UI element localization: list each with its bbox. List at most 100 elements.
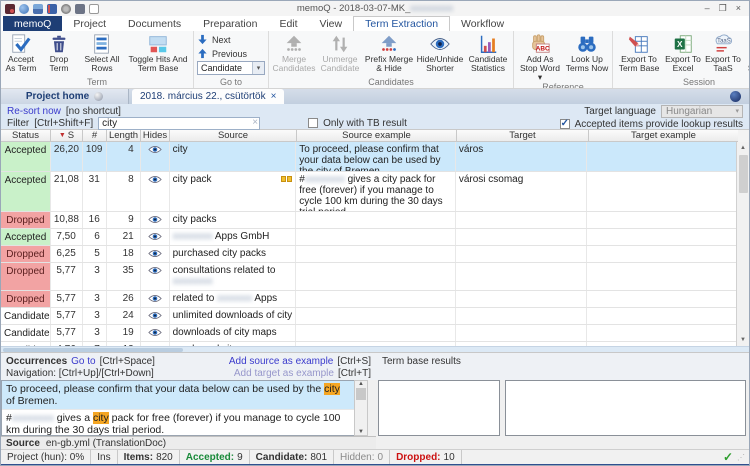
toggle-hits-term-base-button[interactable]: Toggle Hits And Term Base	[126, 32, 190, 73]
tab-project[interactable]: Project	[62, 16, 117, 31]
svg-text:ABC: ABC	[536, 45, 550, 52]
unmerge-candidate-button[interactable]: Unmerge Candidate	[318, 32, 362, 73]
table-row[interactable]: Accepted 7,50 6 21 xxxxxxxx Apps GmbH	[1, 229, 736, 246]
tab-edit[interactable]: Edit	[268, 16, 308, 31]
table-row[interactable]: Accepted 26,20 109 4 city To proceed, pl…	[1, 142, 736, 172]
table-row[interactable]: Candidate 5,77 3 19 downloads of city ma…	[1, 325, 736, 342]
restart-session-button[interactable]: Restart Session	[744, 32, 749, 73]
tab-project-home[interactable]: Project home	[1, 89, 129, 104]
eye-icon[interactable]	[148, 266, 162, 275]
tab-memoq[interactable]: memoQ	[3, 16, 62, 31]
minimize-button[interactable]: –	[705, 3, 710, 14]
occurrence-item[interactable]: #xxxxxxxx gives a city pack for free (fo…	[2, 410, 354, 436]
arrow-down-icon	[197, 34, 208, 45]
filter-panel: Re-sort now [no shortcut] Filter [Ctrl+S…	[1, 104, 749, 129]
tab-preparation[interactable]: Preparation	[192, 16, 268, 31]
table-horizontal-scrollbar[interactable]	[1, 346, 749, 352]
tab-view[interactable]: View	[309, 16, 354, 31]
eye-icon[interactable]	[148, 145, 162, 154]
add-source-example-link[interactable]: Add source as example	[229, 356, 334, 367]
clear-filter-icon[interactable]: ×	[252, 117, 258, 128]
resize-grip[interactable]: ⋰	[737, 453, 745, 462]
goto-status-combobox[interactable]: Candidate ▾	[197, 61, 265, 75]
highlighted-term: city	[93, 412, 109, 424]
only-with-tb-result-checkbox[interactable]	[308, 118, 318, 128]
previous-button[interactable]: Previous	[197, 47, 265, 60]
example-marker-icon	[287, 176, 292, 182]
scroll-down-icon[interactable]: ▼	[358, 429, 364, 435]
eye-icon[interactable]	[148, 294, 162, 303]
navigation-hint: Navigation: [Ctrl+Up]/[Ctrl+Down]	[6, 368, 154, 379]
eye-icon[interactable]	[148, 311, 162, 320]
maximize-button[interactable]: ❐	[719, 3, 727, 14]
export-to-term-base-button[interactable]: Export To Term Base	[616, 32, 662, 73]
filter-input[interactable]	[98, 117, 260, 130]
add-as-stop-word-button[interactable]: ABC Add As Stop Word ▾	[517, 32, 563, 82]
tab-term-extraction-session[interactable]: 2018. március 22., csütörtök ×	[132, 89, 284, 104]
col-target-example[interactable]: Target example	[589, 130, 738, 142]
accepted-lookup-checkbox[interactable]	[560, 119, 570, 129]
col-length[interactable]: Length	[107, 130, 141, 142]
eye-icon[interactable]	[148, 215, 162, 224]
resort-now-link[interactable]: Re-sort now	[7, 106, 61, 117]
table-vertical-scrollbar[interactable]: ▲ ▼	[736, 142, 749, 346]
merge-candidates-button[interactable]: Merge Candidates	[272, 32, 316, 73]
scrollbar-thumb[interactable]	[356, 388, 366, 400]
eye-icon[interactable]	[148, 175, 162, 184]
hide-unhide-shorter-button[interactable]: Hide/Unhide Shorter	[416, 32, 464, 73]
goto-link[interactable]: Go to	[71, 356, 95, 367]
occurrences-list: To proceed, please confirm that your dat…	[1, 380, 354, 436]
close-tab-icon[interactable]: ×	[271, 91, 277, 102]
help-icon[interactable]	[730, 91, 741, 102]
prefix-merge-hide-button[interactable]: Prefix Merge & Hide	[364, 32, 414, 73]
table-row[interactable]: Dropped 10,88 16 9 city packs	[1, 212, 736, 229]
col-status[interactable]: Status	[1, 130, 51, 142]
col-target[interactable]: Target	[457, 130, 589, 142]
scroll-down-icon[interactable]: ▼	[740, 334, 746, 346]
button-label: Select All Rows	[80, 55, 124, 73]
accept-as-term-button[interactable]: Accept As Term	[4, 32, 38, 73]
tab-documents[interactable]: Documents	[117, 16, 192, 31]
export-to-taas-button[interactable]: TaaS Export To TaaS	[704, 32, 742, 73]
table-row[interactable]: Accepted 21,08 31 8 city pack #xxxxxxxx …	[1, 172, 736, 212]
eye-icon[interactable]	[148, 328, 162, 337]
occurrence-item[interactable]: To proceed, please confirm that your dat…	[2, 381, 354, 410]
term-base-results-pane[interactable]	[378, 380, 500, 436]
occurrences-scrollbar[interactable]: ▲ ▼	[354, 380, 368, 436]
target-language-select[interactable]: Hungarian ▾	[661, 105, 743, 118]
scrollbar-thumb[interactable]	[739, 155, 748, 193]
col-source[interactable]: Source	[170, 130, 297, 142]
close-button[interactable]: ×	[736, 3, 741, 14]
export-to-excel-button[interactable]: X Export To Excel	[664, 32, 702, 73]
table-row[interactable]: Dropped 5,77 3 26 related to xxxxxxx App…	[1, 291, 736, 308]
candidate-statistics-button[interactable]: Candidate Statistics	[466, 32, 510, 73]
col-count[interactable]: #	[83, 130, 107, 142]
col-score[interactable]: ▼S	[51, 130, 83, 142]
eye-icon[interactable]	[148, 249, 162, 258]
table-row[interactable]: Dropped 5,77 3 35 consultations related …	[1, 263, 736, 291]
look-up-terms-button[interactable]: Look Up Terms Now	[565, 32, 609, 73]
bar-chart-icon	[477, 33, 499, 55]
eye-icon[interactable]	[148, 232, 162, 241]
table-row[interactable]: Dropped 6,25 5 18 purchased city packs	[1, 246, 736, 263]
drop-term-button[interactable]: Drop Term	[40, 32, 78, 73]
button-label: Prefix Merge & Hide	[364, 55, 414, 73]
scrollbar-thumb[interactable]	[3, 348, 183, 352]
unmerge-icon	[329, 33, 351, 55]
next-button[interactable]: Next	[197, 33, 265, 46]
stop-word-hand-icon: ABC	[529, 33, 551, 55]
table-row[interactable]: Candidate 5,77 3 24 unlimited downloads …	[1, 308, 736, 325]
col-source-example[interactable]: Source example	[297, 130, 457, 142]
scroll-up-icon[interactable]: ▲	[740, 142, 746, 154]
example-marker-icon	[281, 176, 286, 182]
scroll-up-icon[interactable]: ▲	[358, 381, 364, 387]
add-target-example-link[interactable]: Add target as example	[234, 368, 334, 379]
tab-workflow[interactable]: Workflow	[450, 16, 515, 31]
select-all-rows-button[interactable]: Select All Rows	[80, 32, 124, 73]
term-base-results-pane[interactable]	[505, 380, 746, 436]
tab-term-extraction[interactable]: Term Extraction	[353, 16, 450, 31]
insert-mode-indicator[interactable]: Ins	[91, 450, 117, 464]
col-hides[interactable]: Hides	[141, 130, 170, 142]
button-label: Export To TaaS	[704, 55, 742, 73]
chevron-down-icon[interactable]: ▾	[252, 62, 264, 74]
